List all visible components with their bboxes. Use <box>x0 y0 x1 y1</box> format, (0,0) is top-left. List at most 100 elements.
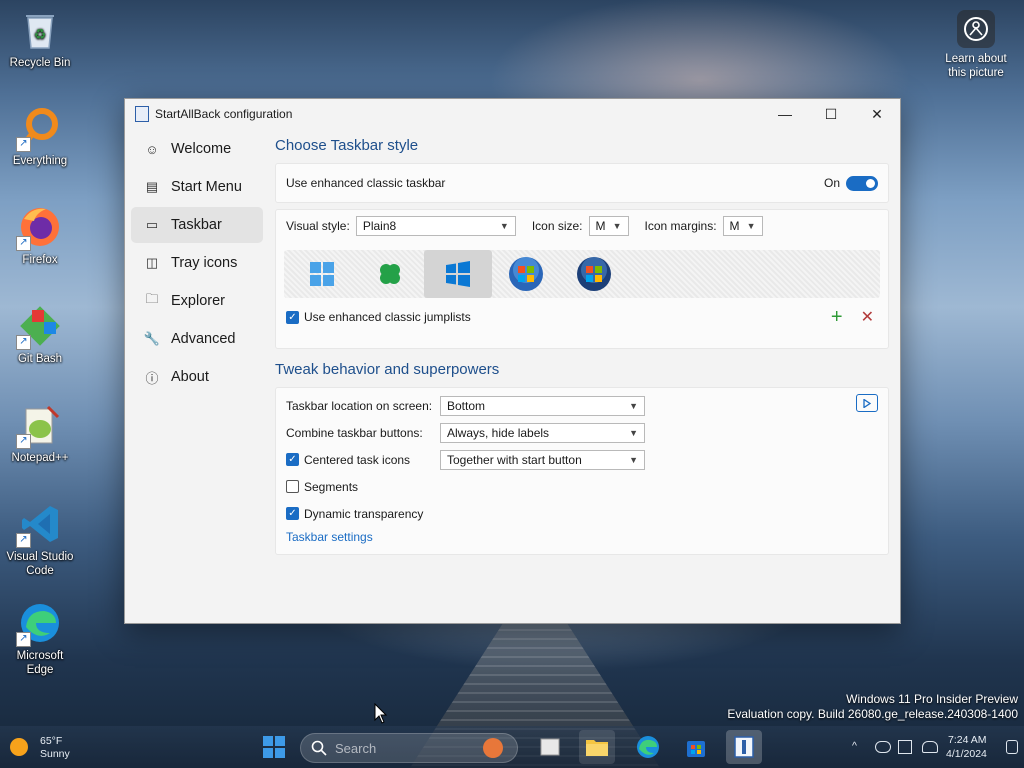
close-button[interactable]: ✕ <box>854 99 900 129</box>
desktop-icon-git-bash[interactable]: ↗ Git Bash <box>2 304 78 366</box>
firefox-icon: ↗ <box>16 205 62 251</box>
windows-vista-orb-icon <box>577 257 611 291</box>
start-button[interactable] <box>256 730 292 764</box>
taskbar-store[interactable] <box>678 730 714 764</box>
windows10-logo-icon <box>310 262 334 286</box>
mouse-cursor-icon <box>374 703 388 724</box>
style-option-windows10[interactable] <box>288 250 356 298</box>
centered-mode-select[interactable]: Together with start button ▼ <box>440 449 645 470</box>
enhanced-taskbar-label: Use enhanced classic taskbar <box>286 176 446 190</box>
minimize-button[interactable]: — <box>762 99 808 129</box>
sidebar-item-about[interactable]: ⓘ About <box>131 359 263 395</box>
style-option-clover[interactable] <box>356 250 424 298</box>
taskbar-edge[interactable] <box>630 730 666 764</box>
clock-date[interactable]: 4/1/2024 <box>946 748 987 761</box>
notification-icon[interactable] <box>1006 740 1018 754</box>
tweaks-card: Taskbar location on screen: Bottom ▼ Com… <box>275 387 889 555</box>
main-panel: Choose Taskbar style Use enhanced classi… <box>275 129 889 555</box>
tray-chevron-icon[interactable]: ^ <box>852 740 857 753</box>
maximize-button[interactable]: ☐ <box>808 99 854 129</box>
taskbar-task-view[interactable] <box>532 730 568 764</box>
taskbar-settings-link[interactable]: Taskbar settings <box>286 530 373 544</box>
sidebar-item-start-menu[interactable]: ▤ Start Menu <box>131 169 263 205</box>
recycle-bin-icon: ♻ <box>18 8 62 52</box>
centered-icons-label: Centered task icons <box>304 452 411 467</box>
sidebar-item-label: Start Menu <box>171 179 242 195</box>
location-select[interactable]: Bottom ▼ <box>440 395 645 416</box>
add-icon[interactable]: + <box>831 306 843 329</box>
remove-icon[interactable]: ✕ <box>861 307 874 327</box>
visual-style-select[interactable]: Plain8 ▼ <box>355 216 516 236</box>
desktop-icon-everything[interactable]: ↗ Everything <box>2 106 78 168</box>
desktop-icon-recycle-bin[interactable]: ♻ Recycle Bin <box>2 8 78 70</box>
volume-icon[interactable] <box>922 741 938 753</box>
search-highlight-icon <box>483 738 503 758</box>
sidebar-item-taskbar[interactable]: ▭ Taskbar <box>131 207 263 243</box>
jumplists-checkbox[interactable]: ✓ <box>286 310 299 324</box>
clover-icon <box>380 264 400 284</box>
combine-label: Combine taskbar buttons: <box>286 425 423 440</box>
tray-icon: ◫ <box>145 255 159 270</box>
microsoft-store-icon <box>687 741 705 757</box>
desktop-icon-vscode[interactable]: ↗ Visual Studio Code <box>2 502 78 578</box>
desktop-icon-edge[interactable]: ↗ Microsoft Edge <box>2 601 78 677</box>
icon-margins-select[interactable]: M ▼ <box>722 216 763 236</box>
sidebar-item-label: Welcome <box>171 141 232 157</box>
icon-margins-value: M <box>729 219 740 233</box>
shortcut-arrow-icon: ↗ <box>16 137 31 152</box>
enhanced-taskbar-card: Use enhanced classic taskbar On <box>275 163 889 203</box>
sunny-weather-icon[interactable] <box>10 738 28 756</box>
startallback-window: StartAllBack configuration — ☐ ✕ ☺ Welco… <box>124 98 901 624</box>
sidebar-item-explorer[interactable]: 🗀 Explorer <box>131 283 263 319</box>
desktop-icon-firefox[interactable]: ↗ Firefox <box>2 205 78 267</box>
notepad-plus-plus-icon: ↗ <box>16 403 62 449</box>
everything-search-icon: ↗ <box>16 106 62 152</box>
enhanced-taskbar-toggle[interactable] <box>846 175 878 191</box>
sidebar-item-tray-icons[interactable]: ◫ Tray icons <box>131 245 263 281</box>
desktop-icon-notepad-plus-plus[interactable]: ↗ Notepad++ <box>2 403 78 465</box>
clock-time[interactable]: 7:24 AM <box>948 734 987 747</box>
learn-about-picture[interactable]: Learn about this picture <box>936 10 1016 80</box>
file-explorer-icon <box>586 740 608 756</box>
watermark-line-1: Windows 11 Pro Insider Preview <box>846 692 1018 706</box>
chevron-down-icon: ▼ <box>746 221 756 231</box>
weather-temp: 65°F <box>40 735 63 747</box>
onedrive-icon[interactable] <box>875 741 891 753</box>
learn-about-label: Learn about this picture <box>945 53 1007 79</box>
minimize-icon: — <box>778 106 792 122</box>
style-option-vista[interactable] <box>560 250 628 298</box>
style-option-windows7[interactable] <box>492 250 560 298</box>
taskbar-startallback[interactable] <box>726 730 762 764</box>
network-icon[interactable] <box>898 740 912 754</box>
visual-style-label: Visual style: <box>286 219 350 233</box>
start-menu-icon: ▤ <box>145 179 159 194</box>
icon-size-select[interactable]: M ▼ <box>588 216 629 236</box>
dynamic-transparency-checkbox[interactable]: ✓ <box>286 507 299 520</box>
centered-icons-checkbox[interactable]: ✓ <box>286 453 299 466</box>
icon-size-value: M <box>595 219 606 233</box>
search-placeholder: Search <box>335 740 377 756</box>
taskbar-search-box[interactable]: Search <box>300 733 518 763</box>
segments-checkbox[interactable] <box>286 480 299 493</box>
chevron-down-icon: ▼ <box>629 454 638 465</box>
combine-select[interactable]: Always, hide labels ▼ <box>440 422 645 443</box>
sidebar-item-advanced[interactable]: 🔧 Advanced <box>131 321 263 357</box>
sidebar: ☺ Welcome ▤ Start Menu ▭ Taskbar ◫ Tray … <box>131 131 263 397</box>
sidebar-item-label: Taskbar <box>171 217 222 233</box>
svg-text:♻: ♻ <box>34 27 47 43</box>
title-bar[interactable]: StartAllBack configuration — ☐ ✕ <box>125 99 900 129</box>
style-option-windows8[interactable] <box>424 250 492 298</box>
sidebar-item-welcome[interactable]: ☺ Welcome <box>131 131 263 167</box>
startallback-app-icon <box>135 106 149 122</box>
chevron-down-icon: ▼ <box>612 221 622 231</box>
chevron-down-icon: ▼ <box>629 400 638 411</box>
window-title: StartAllBack configuration <box>155 107 293 121</box>
desktop-icon-label: Git Bash <box>17 353 63 365</box>
combine-value: Always, hide labels <box>447 425 550 440</box>
edge-icon <box>637 736 659 758</box>
video-help-button[interactable] <box>856 394 878 412</box>
maximize-icon: ☐ <box>824 105 838 122</box>
section-title-taskbar-style: Choose Taskbar style <box>275 137 419 154</box>
segments-label: Segments <box>304 479 359 494</box>
taskbar-file-explorer[interactable] <box>579 730 615 764</box>
